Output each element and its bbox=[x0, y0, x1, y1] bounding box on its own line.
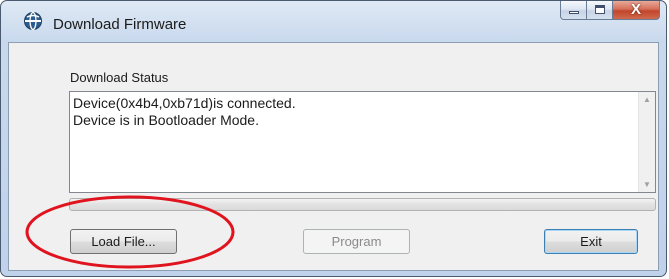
status-line: Device is in Bootloader Mode. bbox=[73, 112, 259, 128]
load-file-button[interactable]: Load File... bbox=[70, 229, 177, 254]
status-line: Device(0x4b4,0xb71d)is connected. bbox=[73, 95, 296, 111]
close-button[interactable]: X bbox=[613, 1, 660, 20]
download-status-label: Download Status bbox=[70, 70, 169, 85]
client-area: Download Status Device(0x4b4,0xb71d)is c… bbox=[8, 42, 659, 271]
exit-button[interactable]: Exit bbox=[544, 229, 638, 254]
program-button[interactable]: Program bbox=[303, 229, 410, 254]
caption-buttons: X bbox=[560, 1, 660, 21]
minimize-button[interactable] bbox=[560, 1, 587, 20]
minimize-icon bbox=[569, 11, 579, 14]
scroll-up-arrow-icon[interactable]: ▲ bbox=[639, 95, 655, 104]
app-globe-icon bbox=[24, 11, 42, 31]
download-status-textbox[interactable]: Device(0x4b4,0xb71d)is connected. Device… bbox=[69, 91, 656, 193]
maximize-icon bbox=[595, 5, 605, 14]
download-progress-bar bbox=[69, 198, 656, 211]
status-text: Device(0x4b4,0xb71d)is connected. Device… bbox=[73, 95, 296, 129]
title-bar[interactable]: Download Firmware X bbox=[1, 1, 666, 41]
close-icon: X bbox=[630, 1, 641, 18]
maximize-button[interactable] bbox=[587, 1, 613, 20]
download-firmware-window: Download Firmware X Download Status Devi… bbox=[0, 0, 667, 277]
window-title: Download Firmware bbox=[53, 16, 187, 33]
vertical-scrollbar[interactable]: ▲ ▼ bbox=[638, 92, 655, 192]
scroll-down-arrow-icon[interactable]: ▼ bbox=[639, 180, 655, 189]
